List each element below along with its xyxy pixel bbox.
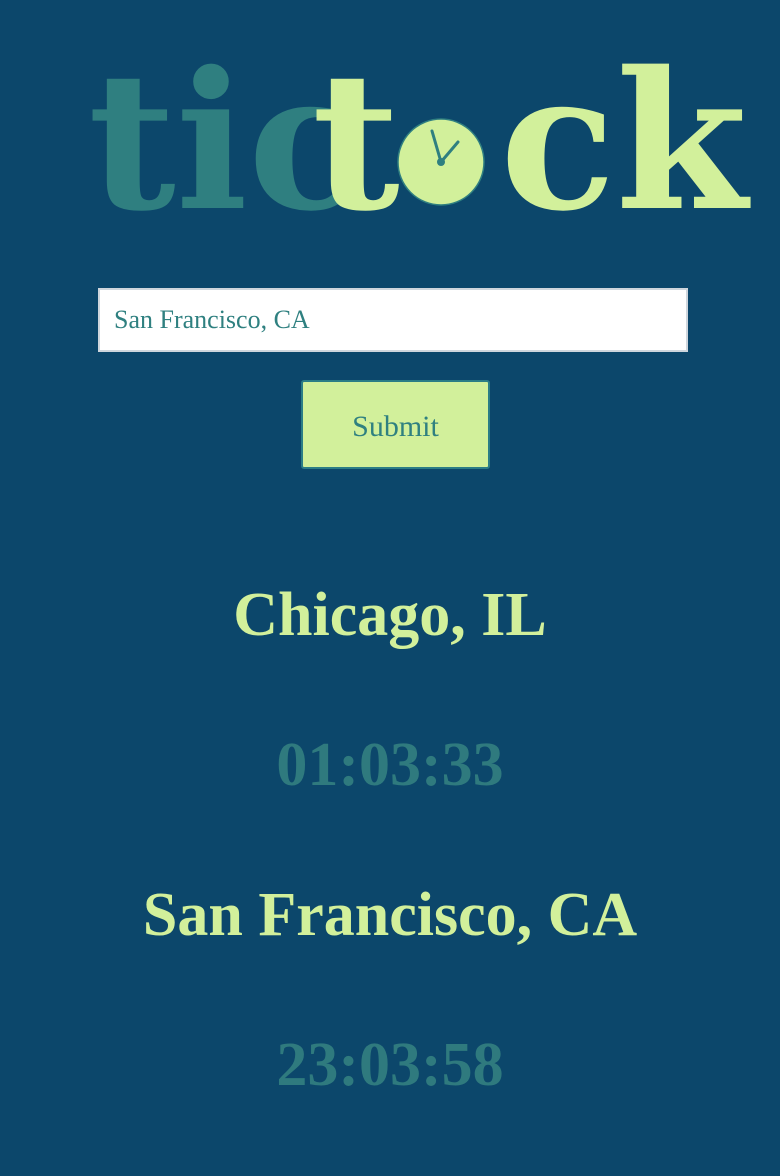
app-logo: tic t ck: [0, 0, 780, 260]
city-name: San Francisco, CA: [142, 881, 638, 949]
city-name: Chicago, IL: [233, 581, 547, 649]
city-time: 23:03:58: [276, 1031, 504, 1099]
clock-face-icon: [397, 118, 485, 206]
city-time: 01:03:33: [276, 731, 504, 799]
logo-text-ck: ck: [500, 30, 751, 253]
city-search-input[interactable]: [98, 288, 688, 352]
logo-text-t: t: [312, 30, 400, 253]
submit-button[interactable]: Submit: [301, 380, 490, 469]
logo-graphic: tic t ck: [88, 30, 751, 253]
